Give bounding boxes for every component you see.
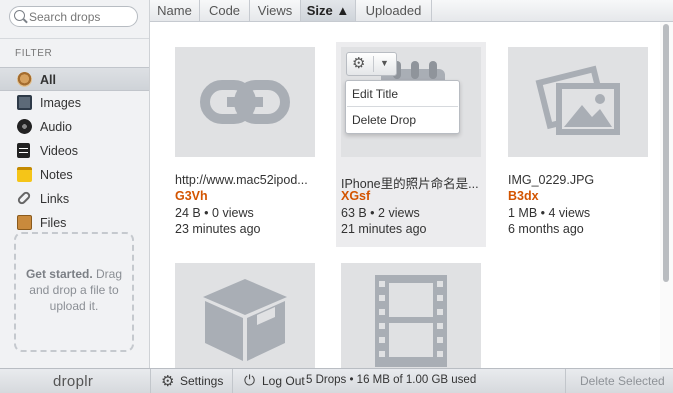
sort-code[interactable]: Code [200, 0, 250, 21]
link-icon [16, 190, 32, 206]
sidebar-item-label: Files [40, 216, 67, 230]
drop-code[interactable]: G3Vh [175, 189, 208, 203]
drop-thumbnail [175, 263, 315, 368]
power-icon: ⏻ [244, 372, 256, 388]
drop-thumbnail [175, 47, 315, 157]
button-divider [373, 56, 374, 72]
sidebar-item-images[interactable]: Images [0, 91, 149, 115]
drop-context-menu: Edit Title Delete Drop [345, 80, 460, 134]
logout-button[interactable]: ⏻ Log Out [232, 369, 312, 393]
sidebar-item-label: All [40, 73, 56, 87]
scrollbar-thumb[interactable] [663, 24, 669, 282]
note-icon [17, 167, 32, 182]
image-icon [535, 65, 620, 135]
drop-card-file[interactable] [175, 263, 321, 368]
menu-item-delete-drop[interactable]: Delete Drop [352, 113, 416, 127]
sidebar-item-notes[interactable]: Notes [0, 163, 149, 187]
sidebar-item-label: Images [40, 96, 81, 110]
sidebar-divider [0, 38, 149, 39]
film-icon [375, 275, 447, 367]
dropzone-bold: Get started. [25, 267, 93, 281]
search-input[interactable] [29, 9, 133, 24]
drop-meta: 63 B • 2 views [341, 206, 420, 220]
drop-card-image[interactable]: IMG_0229.JPG B3dx 1 MB • 4 views 6 month… [508, 47, 654, 247]
sort-size[interactable]: Size ▲ [301, 0, 356, 21]
drop-time: 23 minutes ago [175, 222, 261, 236]
gear-icon: ⚙ [352, 55, 366, 72]
sort-views[interactable]: Views [250, 0, 301, 21]
drop-name: IMG_0229.JPG [508, 173, 595, 187]
upload-dropzone[interactable]: Get started. Drag and drop a file to upl… [14, 232, 134, 352]
sidebar-item-label: Videos [40, 144, 78, 158]
link-icon [200, 80, 290, 124]
footer-bar: droplr ⚙ Settings ⏻ Log Out 5 Drops • 16… [0, 368, 673, 393]
dropzone-text: Get started. Drag and drop a file to upl… [20, 266, 128, 314]
storage-usage: 5 Drops • 16 MB of 1.00 GB used [306, 374, 477, 386]
delete-selected-label: Delete Selected [580, 374, 665, 388]
search-box[interactable] [9, 6, 138, 27]
sort-uploaded[interactable]: Uploaded [356, 0, 432, 21]
drop-actions-button[interactable]: ⚙ ▼ [346, 52, 397, 76]
sidebar-item-label: Audio [40, 120, 72, 134]
delete-selected-button[interactable]: Delete Selected [565, 369, 673, 393]
drop-thumbnail [508, 47, 648, 157]
all-icon [17, 72, 32, 87]
chevron-down-icon: ▼ [380, 58, 389, 68]
search-icon [14, 10, 25, 21]
drop-card-video[interactable] [341, 263, 487, 368]
video-icon [17, 143, 30, 158]
box-icon [203, 279, 287, 361]
sidebar-item-links[interactable]: Links [0, 187, 149, 211]
sort-name[interactable]: Name [150, 0, 200, 21]
sidebar-item-videos[interactable]: Videos [0, 139, 149, 163]
droplr-logo: droplr [53, 373, 94, 390]
sidebar: FILTER All Images Audio Videos Notes Lin… [0, 0, 150, 368]
file-icon [17, 215, 32, 230]
drop-name: http://www.mac52ipod... [175, 173, 308, 187]
logout-label: Log Out [262, 374, 305, 388]
sort-header: Name Code Views Size ▲ Uploaded [150, 0, 673, 22]
drop-meta: 1 MB • 4 views [508, 206, 591, 220]
image-icon [17, 95, 32, 110]
menu-item-edit-title[interactable]: Edit Title [352, 87, 398, 101]
drop-card-link[interactable]: http://www.mac52ipod... G3Vh 24 B • 0 vi… [175, 47, 321, 247]
sidebar-item-audio[interactable]: Audio [0, 115, 149, 139]
gear-icon: ⚙ [161, 373, 175, 390]
drop-time: 21 minutes ago [341, 222, 427, 236]
sidebar-item-all[interactable]: All [0, 67, 149, 91]
settings-button[interactable]: ⚙ Settings [150, 369, 232, 393]
sidebar-item-label: Links [40, 192, 70, 206]
drop-meta: 24 B • 0 views [175, 206, 254, 220]
drop-thumbnail [341, 263, 481, 368]
drop-time: 6 months ago [508, 222, 584, 236]
drop-code[interactable]: XGsf [341, 189, 370, 203]
menu-separator [347, 106, 458, 107]
drop-code[interactable]: B3dx [508, 189, 539, 203]
audio-icon [17, 119, 32, 134]
settings-label: Settings [180, 374, 224, 388]
sidebar-item-label: Notes [40, 168, 73, 182]
filter-heading: FILTER [15, 48, 53, 59]
